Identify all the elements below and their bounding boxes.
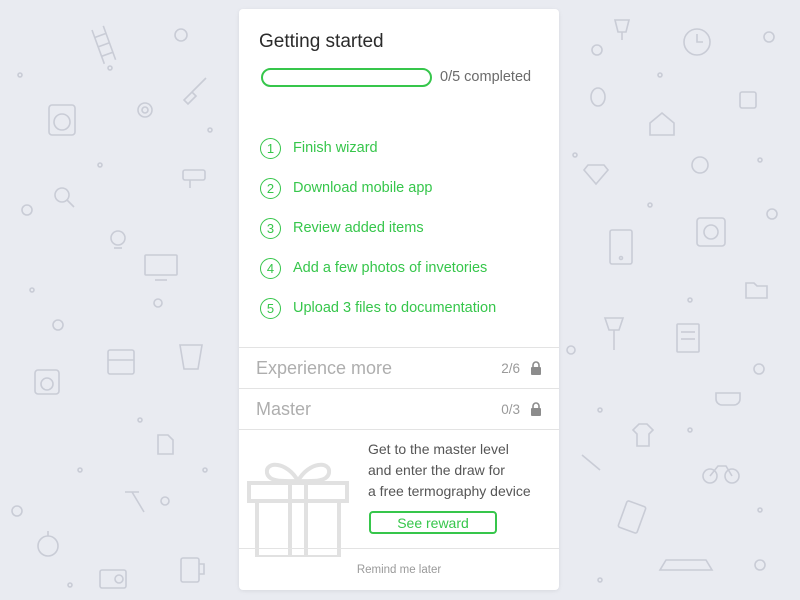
lamp-icon [613,19,631,40]
house-icon [649,111,675,136]
reward-line: a free termography device [368,483,531,499]
progress-bar [261,68,432,87]
ladder-icon [91,25,117,65]
step-label: Upload 3 files to documentation [293,300,497,316]
drill-icon [182,169,206,188]
divider [239,429,559,430]
laptop-icon [658,559,714,571]
level-count: 0/3 [501,401,520,417]
steps-list: 1 Finish wizard 2 Download mobile app 3 … [260,128,550,328]
washing-machine-icon-2 [34,369,60,395]
bulb-icon [110,230,126,249]
step-number: 5 [260,297,281,319]
level-count: 2/6 [501,360,520,376]
shirt-icon [631,423,655,447]
reward-description: Get to the master level and enter the dr… [368,439,554,502]
step-label: Download mobile app [293,180,433,196]
mug-icon [180,557,205,583]
gear-icon [137,102,153,118]
folder-icon [745,282,768,299]
lock-icon [531,361,541,375]
step-number: 1 [260,137,281,159]
wrench-icon [581,454,601,471]
level-name: Experience more [256,357,393,378]
step-item-review-items[interactable]: 3 Review added items [260,208,550,248]
washer-icon-right [696,217,726,247]
tablet-icon [617,500,647,534]
magnifier-icon [54,187,75,208]
newspaper-icon [676,323,700,353]
getting-started-card: Getting started 0/5 completed 1 Finish w… [239,9,559,590]
document-icon [157,434,174,455]
tv-icon [144,254,178,281]
step-number: 2 [260,177,281,199]
see-reward-button[interactable]: See reward [369,511,497,534]
fridge-icon [107,349,135,375]
clock-icon [683,28,711,56]
floor-lamp-icon [603,317,625,350]
step-label: Add a few photos of invetories [293,260,488,276]
ball-icon [691,156,709,174]
step-label: Finish wizard [293,140,378,156]
card-title: Getting started [259,31,384,52]
reward-line: and enter the draw for [368,462,505,478]
brush-icon [182,77,207,106]
hammer-icon [125,491,145,513]
gift-icon [247,462,349,557]
diamond-icon [582,164,610,186]
reward-line: Get to the master level [368,441,509,457]
glass-icon [179,344,203,370]
washing-machine-icon [48,104,76,136]
radio-icon [99,569,127,589]
step-item-finish-wizard[interactable]: 1 Finish wizard [260,128,550,168]
lock-icon [531,402,541,416]
level-row-master[interactable]: Master 0/3 [239,389,559,429]
step-label: Review added items [293,220,424,236]
step-item-add-photos[interactable]: 4 Add a few photos of invetories [260,248,550,288]
step-item-upload-files[interactable]: 5 Upload 3 files to documentation [260,288,550,328]
step-number: 3 [260,217,281,239]
remind-me-later-link[interactable]: Remind me later [239,549,559,590]
nail-polish-icon [739,91,757,109]
bicycle-icon [702,465,740,484]
bathtub-icon [715,392,741,406]
phone-icon [609,229,633,265]
level-row-experience-more[interactable]: Experience more 2/6 [239,348,559,388]
step-item-download-app[interactable]: 2 Download mobile app [260,168,550,208]
egg-icon [590,87,606,107]
level-name: Master [256,398,312,419]
stopwatch-icon [37,531,59,557]
progress-text: 0/5 completed [440,69,532,85]
step-number: 4 [260,257,281,279]
